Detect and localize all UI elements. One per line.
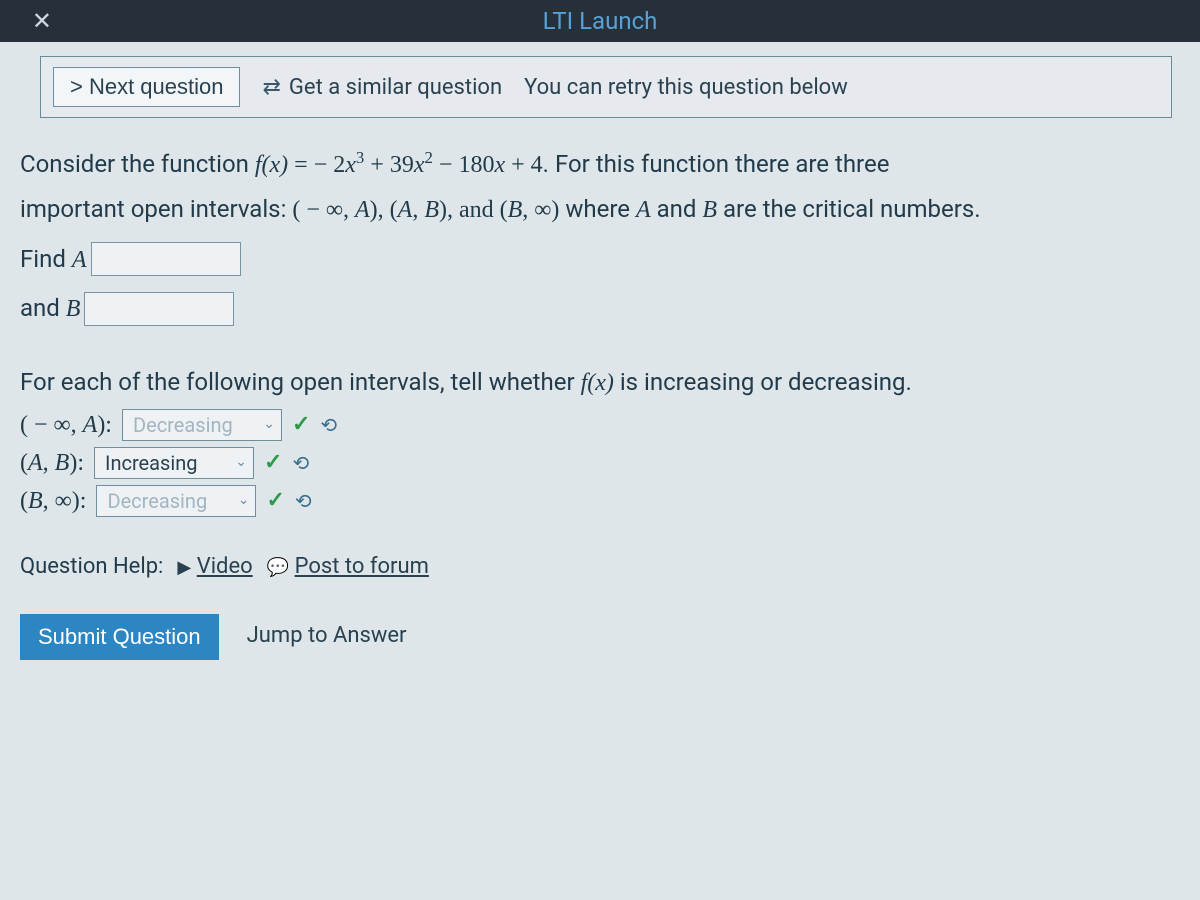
find-a-label: Find A — [20, 237, 87, 282]
polynomial: − 2x3 + 39x2 − 180x + 4 — [314, 152, 543, 178]
section-prompt-fx: f(x) — [581, 370, 614, 396]
intro-text-b: . For this function there are three — [543, 150, 890, 178]
question-help-row: Question Help: ▶ Video 💬 Post to forum — [20, 547, 1182, 588]
interval-1-select[interactable]: Decreasing ⌄ — [122, 409, 282, 441]
input-b[interactable] — [84, 292, 234, 326]
top-bar: ✕ LTI Launch — [0, 0, 1200, 42]
check-icon: ✓ — [266, 484, 284, 517]
find-b-row: and B — [20, 286, 1182, 331]
section-prompt: For each of the following open intervals… — [20, 360, 1182, 405]
intro-text-a: Consider the function — [20, 150, 255, 178]
shuffle-icon: ⇄ — [262, 75, 280, 100]
chevron-down-icon: ⌄ — [238, 490, 250, 511]
interval-2-value: Increasing — [105, 448, 198, 478]
interval-3-value: Decreasing — [107, 486, 207, 516]
section-prompt-a: For each of the following open intervals… — [20, 368, 581, 396]
interval-behavior-section: For each of the following open intervals… — [20, 360, 1182, 519]
intervals-text-b: where A and B are the critical numbers. — [559, 195, 980, 223]
and-b-label: and B — [20, 286, 80, 331]
input-a[interactable] — [91, 242, 241, 276]
fx-symbol: f(x) — [255, 152, 288, 178]
video-link-label: Video — [197, 554, 253, 579]
interval-3-label: (B, ∞): — [20, 483, 86, 519]
intervals-math: ( − ∞, A), (A, B), and (B, ∞) — [292, 197, 559, 223]
similar-question-button[interactable]: ⇄ Get a similar question — [262, 75, 502, 100]
footer-row: Submit Question Jump to Answer — [20, 614, 1182, 660]
submit-question-button[interactable]: Submit Question — [20, 614, 219, 660]
close-icon[interactable]: ✕ — [32, 7, 52, 35]
intervals-text-a: important open intervals: — [20, 195, 292, 223]
question-content: Consider the function f(x) = − 2x3 + 39x… — [0, 118, 1200, 660]
redo-icon[interactable]: ⟲ — [320, 410, 337, 440]
check-icon: ✓ — [264, 446, 282, 479]
similar-question-label: Get a similar question — [289, 75, 502, 100]
chevron-down-icon: ⌄ — [263, 414, 275, 435]
section-prompt-b: is increasing or decreasing. — [614, 368, 912, 396]
redo-icon[interactable]: ⟲ — [295, 486, 312, 516]
chevron-down-icon: ⌄ — [235, 452, 247, 473]
interval-2-label: (A, B): — [20, 445, 84, 481]
interval-row-2: (A, B): Increasing ⌄ ✓ ⟲ — [20, 445, 1182, 481]
forum-link[interactable]: 💬 Post to forum — [267, 547, 429, 588]
interval-row-3: (B, ∞): Decreasing ⌄ ✓ ⟲ — [20, 483, 1182, 519]
video-link[interactable]: ▶ Video — [177, 547, 252, 588]
interval-3-select[interactable]: Decreasing ⌄ — [96, 485, 256, 517]
interval-2-select[interactable]: Increasing ⌄ — [94, 447, 254, 479]
next-question-button[interactable]: > Next question — [53, 67, 240, 107]
check-icon: ✓ — [292, 408, 310, 441]
video-icon: ▶ — [177, 557, 191, 578]
question-statement: Consider the function f(x) = − 2x3 + 39x… — [20, 142, 1182, 233]
interval-row-1: ( − ∞, A): Decreasing ⌄ ✓ ⟲ — [20, 407, 1182, 443]
question-help-label: Question Help: — [20, 547, 163, 588]
retry-hint: You can retry this question below — [524, 75, 848, 100]
jump-to-answer-link[interactable]: Jump to Answer — [247, 616, 407, 657]
page-title: LTI Launch — [543, 7, 658, 35]
find-a-row: Find A — [20, 237, 1182, 282]
interval-1-label: ( − ∞, A): — [20, 407, 112, 443]
interval-1-value: Decreasing — [133, 410, 233, 440]
forum-link-label: Post to forum — [295, 554, 429, 579]
top-left-controls: ✕ — [0, 7, 60, 35]
equals: = — [288, 152, 314, 178]
forum-icon: 💬 — [267, 557, 289, 578]
question-toolbar: > Next question ⇄ Get a similar question… — [40, 56, 1172, 118]
redo-icon[interactable]: ⟲ — [292, 448, 309, 478]
